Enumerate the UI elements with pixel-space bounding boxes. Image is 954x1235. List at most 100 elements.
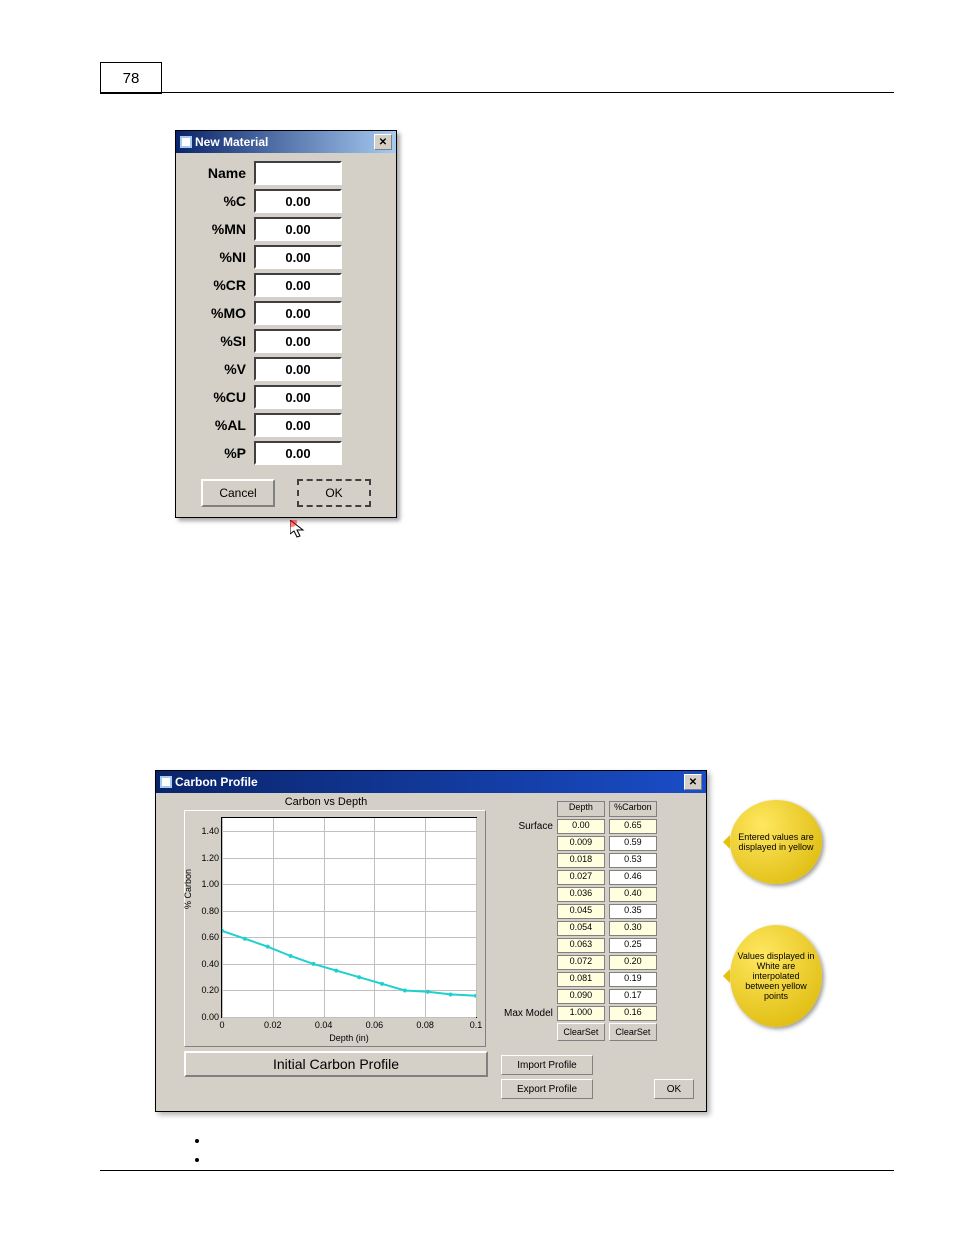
field-row: %SI 0.00 [186, 329, 386, 353]
callout-entered-values: Entered values are displayed in yellow [730, 800, 822, 884]
carbon-profile-title: Carbon Profile [175, 775, 258, 789]
carbon-cell[interactable]: 0.53 [609, 853, 657, 868]
name-input[interactable] [254, 161, 342, 185]
close-icon[interactable]: ✕ [374, 134, 392, 150]
chart-frame: % Carbon 0.000.200.400.600.801.001.201.4… [184, 810, 486, 1047]
y-axis-label: % Carbon [183, 868, 193, 908]
new-material-dialog: New Material ✕ Name %C 0.00 %MN 0.00 %NI 0.00%… [175, 130, 397, 518]
y-tick: 0.40 [201, 959, 222, 969]
carbon-cell[interactable]: 0.30 [609, 921, 657, 936]
chart-line [222, 818, 476, 1017]
depth-cell[interactable]: 0.081 [557, 972, 605, 987]
x-tick: 0.1 [470, 1017, 483, 1030]
y-tick: 0.20 [201, 985, 222, 995]
depth-cell[interactable]: 1.000 [557, 1006, 605, 1021]
top-rule [100, 92, 894, 93]
field-label: %V [186, 361, 246, 377]
field-row: %AL 0.00 [186, 413, 386, 437]
percent-input[interactable]: 0.00 [254, 357, 342, 381]
y-tick: 1.40 [201, 826, 222, 836]
field-label: %MO [186, 305, 246, 321]
field-row: %NI 0.00 [186, 245, 386, 269]
depth-cell[interactable]: 0.090 [557, 989, 605, 1004]
depth-cell[interactable]: 0.00 [557, 819, 605, 834]
depth-cell[interactable]: 0.018 [557, 853, 605, 868]
new-material-title: New Material [195, 135, 268, 149]
field-label: %AL [186, 417, 246, 433]
field-row: %C 0.00 [186, 189, 386, 213]
field-label: %C [186, 193, 246, 209]
chart-plot-area: 0.000.200.400.600.801.001.201.4000.020.0… [221, 817, 477, 1018]
carbon-profile-titlebar[interactable]: Carbon Profile ✕ [156, 771, 706, 793]
carbon-cell[interactable]: 0.40 [609, 887, 657, 902]
ok-button[interactable]: OK [654, 1079, 694, 1099]
carbon-cell[interactable]: 0.25 [609, 938, 657, 953]
percent-input[interactable]: 0.00 [254, 441, 342, 465]
carbon-cell[interactable]: 0.17 [609, 989, 657, 1004]
depth-cell[interactable]: 0.036 [557, 887, 605, 902]
field-row: %MN 0.00 [186, 217, 386, 241]
field-row: %P 0.00 [186, 441, 386, 465]
carbon-cell[interactable]: 0.16 [609, 1006, 657, 1021]
clear-set-depth-button[interactable]: ClearSet [557, 1023, 605, 1041]
chart-subtitle-bar: Initial Carbon Profile [184, 1051, 488, 1077]
carbon-cell[interactable]: 0.46 [609, 870, 657, 885]
depth-cell[interactable]: 0.072 [557, 955, 605, 970]
close-icon[interactable]: ✕ [684, 774, 702, 790]
cancel-button[interactable]: Cancel [201, 479, 275, 507]
field-label: %P [186, 445, 246, 461]
max-model-label: Max Model [503, 1006, 554, 1021]
field-label: %CU [186, 389, 246, 405]
field-row: %CR0.00 [186, 273, 386, 297]
depth-cell[interactable]: 0.009 [557, 836, 605, 851]
carbon-cell[interactable]: 0.35 [609, 904, 657, 919]
x-tick: 0.06 [366, 1017, 384, 1030]
depth-cell[interactable]: 0.054 [557, 921, 605, 936]
surface-label: Surface [503, 819, 554, 834]
depth-cell[interactable]: 0.027 [557, 870, 605, 885]
data-table: Depth%Carbon Surface0.00 0.65 0.009 0.59 0.01… [501, 799, 701, 1043]
carbon-cell[interactable]: 0.59 [609, 836, 657, 851]
field-label: %SI [186, 333, 246, 349]
body-bullets [170, 1133, 210, 1171]
x-tick: 0.08 [416, 1017, 434, 1030]
y-tick: 1.00 [201, 879, 222, 889]
new-material-titlebar[interactable]: New Material ✕ [176, 131, 396, 153]
page-number: 78 [100, 62, 162, 94]
percent-input[interactable]: 0.00 [254, 413, 342, 437]
depth-cell[interactable]: 0.045 [557, 904, 605, 919]
export-profile-button[interactable]: Export Profile [501, 1079, 593, 1099]
percent-input[interactable]: 0.00 [254, 217, 342, 241]
field-row: %MO 0.00 [186, 301, 386, 325]
chart-title: Carbon vs Depth [166, 796, 486, 808]
field-row: %V 0.00 [186, 357, 386, 381]
y-tick: 0.80 [201, 906, 222, 916]
x-tick: 0.04 [315, 1017, 333, 1030]
carbon-header: %Carbon [609, 801, 657, 817]
carbon-cell[interactable]: 0.65 [609, 819, 657, 834]
depth-header: Depth [557, 801, 605, 817]
depth-cell[interactable]: 0.063 [557, 938, 605, 953]
x-axis-label: Depth (in) [329, 1033, 369, 1043]
field-label: Name [186, 165, 246, 181]
field-row: %CU 0.00 [186, 385, 386, 409]
import-profile-button[interactable]: Import Profile [501, 1055, 593, 1075]
field-row: Name [186, 161, 386, 185]
carbon-profile-dialog: Carbon Profile ✕ Carbon vs Depth % Carbo… [155, 770, 707, 1112]
cursor-icon [290, 520, 312, 542]
field-label: %MN [186, 221, 246, 237]
carbon-cell[interactable]: 0.19 [609, 972, 657, 987]
percent-input[interactable]: 0.00 [254, 329, 342, 353]
percent-input[interactable]: 0.00 [254, 273, 342, 297]
percent-input[interactable]: 0.00 [254, 189, 342, 213]
clear-set-carbon-button[interactable]: ClearSet [609, 1023, 657, 1041]
y-tick: 0.60 [201, 932, 222, 942]
ok-button[interactable]: OK [297, 479, 371, 507]
percent-input[interactable]: 0.00 [254, 245, 342, 269]
carbon-cell[interactable]: 0.20 [609, 955, 657, 970]
percent-input[interactable]: 0.00 [254, 301, 342, 325]
bottom-rule [100, 1170, 894, 1171]
field-label: %NI [186, 249, 246, 265]
percent-input[interactable]: 0.00 [254, 385, 342, 409]
x-tick: 0 [219, 1017, 224, 1030]
